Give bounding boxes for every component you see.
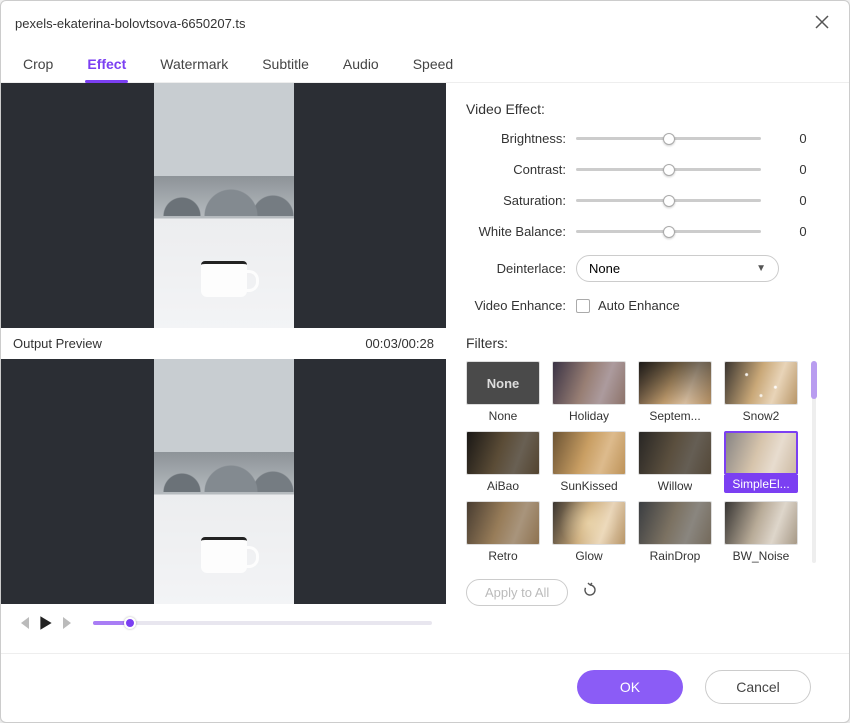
tab-effect[interactable]: Effect bbox=[85, 48, 128, 82]
filter-thumb bbox=[466, 501, 540, 545]
filters-grid: None None Holiday Septem... Snow2 AiBao SunKis… bbox=[466, 361, 798, 563]
editor-window: pexels-ekaterina-bolovtsova-6650207.ts C… bbox=[0, 0, 850, 723]
filter-label: Holiday bbox=[569, 409, 609, 423]
slider-label: White Balance: bbox=[466, 224, 576, 239]
slider-label: Contrast: bbox=[466, 162, 576, 177]
tab-subtitle[interactable]: Subtitle bbox=[260, 48, 311, 82]
filter-thumb bbox=[724, 431, 798, 475]
filter-septem-[interactable]: Septem... bbox=[638, 361, 712, 423]
slider-row: Saturation: 0 bbox=[466, 193, 827, 208]
filter-label: SimpleEl... bbox=[724, 475, 798, 493]
slider-thumb[interactable] bbox=[663, 164, 675, 176]
close-icon[interactable] bbox=[809, 9, 835, 38]
tab-bar: Crop Effect Watermark Subtitle Audio Speed bbox=[1, 42, 849, 83]
ok-button[interactable]: OK bbox=[577, 670, 683, 704]
auto-enhance-label: Auto Enhance bbox=[598, 298, 680, 313]
slider-label: Brightness: bbox=[466, 131, 576, 146]
deinterlace-value: None bbox=[589, 261, 620, 276]
deinterlace-row: Deinterlace: None ▼ bbox=[466, 255, 827, 282]
filter-none[interactable]: None None bbox=[466, 361, 540, 423]
enhance-row: Video Enhance: Auto Enhance bbox=[466, 298, 827, 313]
filter-simpleel-[interactable]: SimpleEl... bbox=[724, 431, 798, 493]
contrast-slider[interactable] bbox=[576, 168, 761, 171]
tab-speed[interactable]: Speed bbox=[411, 48, 455, 82]
filter-retro[interactable]: Retro bbox=[466, 501, 540, 563]
settings-pane: Video Effect: Brightness:0Contrast:0Satu… bbox=[446, 83, 849, 653]
filter-thumb bbox=[638, 431, 712, 475]
filter-thumb: None bbox=[466, 361, 540, 405]
prev-frame-icon[interactable] bbox=[15, 615, 31, 631]
slider-thumb[interactable] bbox=[663, 226, 675, 238]
video-effect-title: Video Effect: bbox=[466, 101, 827, 117]
slider-row: White Balance: 0 bbox=[466, 224, 827, 239]
filter-bw-noise[interactable]: BW_Noise bbox=[724, 501, 798, 563]
auto-enhance-checkbox[interactable] bbox=[576, 299, 590, 313]
filter-label: Willow bbox=[658, 479, 693, 493]
filter-label: BW_Noise bbox=[733, 549, 790, 563]
chevron-down-icon: ▼ bbox=[756, 263, 766, 274]
slider-thumb[interactable] bbox=[663, 133, 675, 145]
filter-label: Snow2 bbox=[743, 409, 780, 423]
filter-label: Retro bbox=[488, 549, 517, 563]
progress-thumb[interactable] bbox=[124, 617, 136, 629]
filter-label: Glow bbox=[575, 549, 602, 563]
filter-glow[interactable]: Glow bbox=[552, 501, 626, 563]
main-area: Output Preview 00:03/00:28 bbox=[1, 83, 849, 653]
filter-label: None bbox=[489, 409, 518, 423]
window-title: pexels-ekaterina-bolovtsova-6650207.ts bbox=[15, 16, 246, 31]
tab-watermark[interactable]: Watermark bbox=[158, 48, 230, 82]
white balance-slider[interactable] bbox=[576, 230, 761, 233]
filter-thumb bbox=[724, 501, 798, 545]
filter-sunkissed[interactable]: SunKissed bbox=[552, 431, 626, 493]
filter-aibao[interactable]: AiBao bbox=[466, 431, 540, 493]
preview-label: Output Preview bbox=[13, 336, 102, 351]
filter-thumb bbox=[724, 361, 798, 405]
saturation-slider[interactable] bbox=[576, 199, 761, 202]
filter-label: RainDrop bbox=[650, 549, 701, 563]
filter-thumb bbox=[552, 361, 626, 405]
play-icon[interactable] bbox=[37, 614, 55, 632]
filters-scrollbar[interactable] bbox=[812, 361, 816, 563]
tab-crop[interactable]: Crop bbox=[21, 48, 55, 82]
slider-value: 0 bbox=[779, 224, 827, 239]
titlebar: pexels-ekaterina-bolovtsova-6650207.ts bbox=[1, 1, 849, 42]
slider-row: Contrast: 0 bbox=[466, 162, 827, 177]
filter-raindrop[interactable]: RainDrop bbox=[638, 501, 712, 563]
preview-time: 00:03/00:28 bbox=[365, 336, 434, 351]
filter-holiday[interactable]: Holiday bbox=[552, 361, 626, 423]
slider-value: 0 bbox=[779, 162, 827, 177]
deinterlace-select[interactable]: None ▼ bbox=[576, 255, 779, 282]
deinterlace-label: Deinterlace: bbox=[466, 261, 576, 276]
filter-willow[interactable]: Willow bbox=[638, 431, 712, 493]
preview-output bbox=[1, 359, 446, 604]
playback-bar bbox=[1, 604, 446, 642]
filters-title: Filters: bbox=[466, 335, 827, 351]
preview-pane: Output Preview 00:03/00:28 bbox=[1, 83, 446, 653]
reset-icon[interactable] bbox=[582, 582, 598, 603]
dialog-footer: OK Cancel bbox=[1, 653, 849, 722]
filter-thumb bbox=[466, 431, 540, 475]
apply-to-all-button[interactable]: Apply to All bbox=[466, 579, 568, 606]
progress-bar[interactable] bbox=[93, 621, 432, 625]
filter-label: AiBao bbox=[487, 479, 519, 493]
filter-snow2[interactable]: Snow2 bbox=[724, 361, 798, 423]
filter-label: SunKissed bbox=[560, 479, 617, 493]
filter-label: Septem... bbox=[649, 409, 700, 423]
slider-label: Saturation: bbox=[466, 193, 576, 208]
tab-audio[interactable]: Audio bbox=[341, 48, 381, 82]
next-frame-icon[interactable] bbox=[61, 615, 77, 631]
filter-thumb bbox=[638, 361, 712, 405]
slider-thumb[interactable] bbox=[663, 195, 675, 207]
preview-original bbox=[1, 83, 446, 328]
slider-row: Brightness: 0 bbox=[466, 131, 827, 146]
slider-value: 0 bbox=[779, 131, 827, 146]
preview-info: Output Preview 00:03/00:28 bbox=[1, 328, 446, 359]
filter-thumb bbox=[638, 501, 712, 545]
cancel-button[interactable]: Cancel bbox=[705, 670, 811, 704]
enhance-label: Video Enhance: bbox=[466, 298, 576, 313]
filter-thumb bbox=[552, 431, 626, 475]
brightness-slider[interactable] bbox=[576, 137, 761, 140]
slider-value: 0 bbox=[779, 193, 827, 208]
filter-thumb bbox=[552, 501, 626, 545]
